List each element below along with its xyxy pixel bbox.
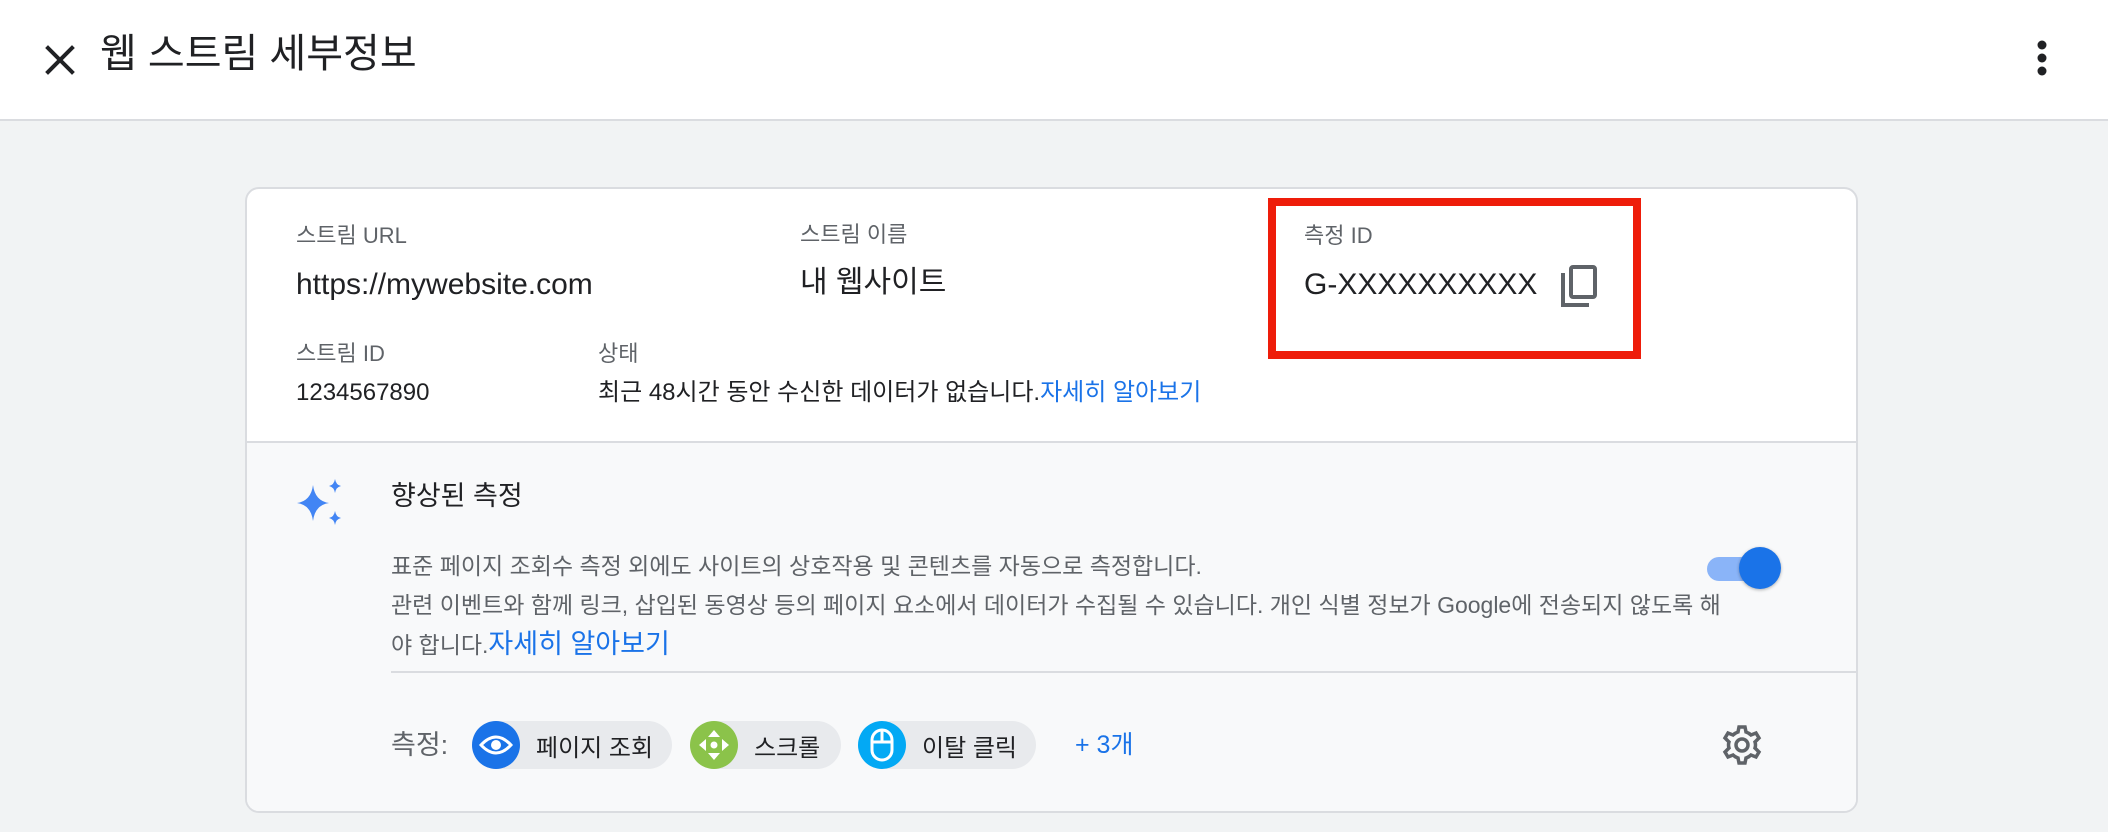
close-icon	[45, 45, 75, 75]
chip-label: 페이지 조회	[536, 734, 654, 762]
stream-name-label: 스트림 이름	[800, 222, 908, 247]
enhanced-measurement-section: 향상된 측정 표준 페이지 조회수 측정 외에도 사이트의 상호작용 및 콘텐츠…	[247, 441, 1856, 811]
scroll-arrows-icon	[690, 721, 738, 769]
section-divider	[391, 671, 1856, 673]
close-button[interactable]	[38, 38, 82, 82]
stream-details-card: 스트림 URL https://mywebsite.com 스트림 이름 내 웹…	[245, 187, 1858, 813]
enhanced-measurement-toggle[interactable]	[1705, 547, 1781, 591]
more-measurements-link[interactable]: + 3개	[1075, 725, 1133, 765]
status-label: 상태	[598, 341, 639, 366]
status-text: 최근 48시간 동안 수신한 데이터가 없습니다.	[598, 379, 1041, 406]
sparkle-icon	[297, 479, 341, 525]
enhanced-measurement-description: 표준 페이지 조회수 측정 외에도 사이트의 상호작용 및 콘텐츠를 자동으로 …	[391, 547, 1731, 665]
measurement-id-highlight	[1268, 198, 1641, 359]
measurements-label: 측정:	[391, 730, 449, 760]
toggle-knob	[1739, 547, 1781, 589]
description-line-1: 표준 페이지 조회수 측정 외에도 사이트의 상호작용 및 콘텐츠를 자동으로 …	[391, 553, 1202, 579]
status-learn-more-link[interactable]: 자세히 알아보기	[1040, 379, 1201, 406]
page-title: 웹 스트림 세부정보	[100, 32, 417, 76]
stream-url-label: 스트림 URL	[296, 223, 407, 248]
chip-page-view[interactable]: 페이지 조회	[472, 721, 672, 769]
more-vert-icon	[2037, 40, 2047, 76]
chip-label: 스크롤	[754, 734, 821, 762]
chip-label: 이탈 클릭	[922, 734, 1017, 762]
stream-name-value: 내 웹사이트	[800, 266, 947, 299]
stream-url-value: https://mywebsite.com	[296, 268, 593, 301]
top-app-bar: 웹 스트림 세부정보	[0, 0, 2108, 121]
enhanced-learn-more-link[interactable]: 자세히 알아보기	[488, 629, 669, 659]
chip-scroll[interactable]: 스크롤	[690, 721, 841, 769]
enhanced-measurement-title: 향상된 측정	[391, 481, 523, 511]
mouse-icon	[858, 721, 906, 769]
stream-id-label: 스트림 ID	[296, 341, 385, 366]
chip-outbound-click[interactable]: 이탈 클릭	[858, 721, 1036, 769]
eye-icon	[472, 721, 520, 769]
measurement-settings-button[interactable]	[1717, 721, 1767, 771]
more-options-button[interactable]	[2020, 36, 2064, 80]
status-value: 최근 48시간 동안 수신한 데이터가 없습니다.자세히 알아보기	[598, 377, 1201, 409]
gear-icon	[1722, 725, 1762, 765]
stream-id-value: 1234567890	[296, 379, 430, 406]
